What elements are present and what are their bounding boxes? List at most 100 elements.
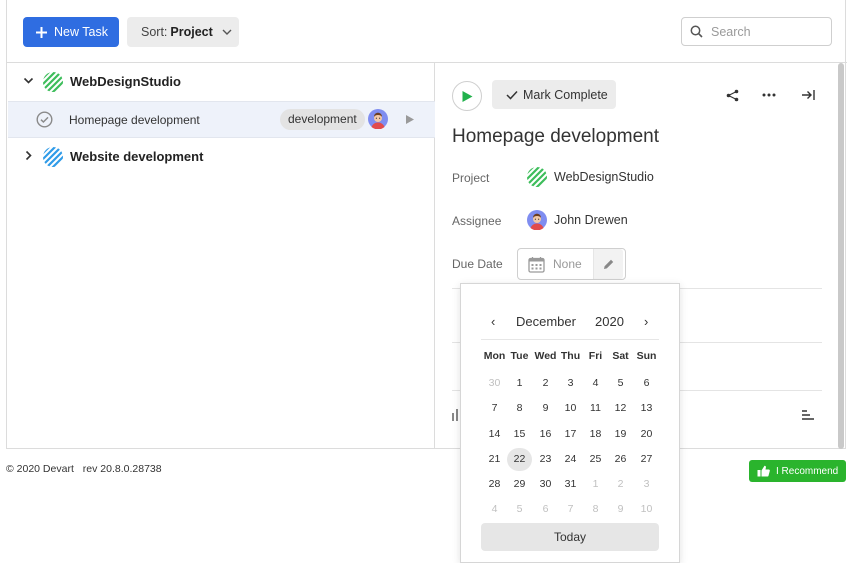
pencil-icon[interactable] — [593, 249, 623, 279]
calendar-day[interactable]: 6 — [533, 498, 558, 521]
calendar-day[interactable]: 1 — [583, 473, 608, 496]
calendar-day[interactable]: 1 — [507, 372, 532, 395]
search-icon — [690, 25, 703, 38]
calendar-day[interactable]: 12 — [608, 397, 633, 420]
weekday-label: Fri — [588, 350, 603, 362]
calendar-day[interactable]: 9 — [608, 498, 633, 521]
task-name: Homepage development — [69, 113, 200, 127]
calendar-day[interactable]: 3 — [634, 473, 659, 496]
calendar-day[interactable]: 8 — [583, 498, 608, 521]
copyright-text: © 2020 Devart — [6, 463, 74, 475]
next-month-button[interactable]: › — [644, 314, 648, 329]
calendar-day[interactable]: 7 — [482, 397, 507, 420]
play-icon[interactable] — [405, 114, 415, 125]
calendar-day[interactable]: 23 — [533, 448, 558, 471]
check-circle-icon[interactable] — [36, 111, 53, 128]
sort-lines-icon[interactable] — [802, 410, 814, 420]
project-value[interactable]: WebDesignStudio — [527, 167, 654, 187]
project-name: WebDesignStudio — [70, 74, 181, 89]
recommend-button[interactable]: I Recommend — [749, 460, 846, 482]
chevron-down-icon[interactable] — [23, 75, 34, 86]
calendar-day[interactable]: 5 — [507, 498, 532, 521]
calendar-day[interactable]: 26 — [608, 448, 633, 471]
due-date-label: Due Date — [452, 257, 503, 271]
calendar-day[interactable]: 21 — [482, 448, 507, 471]
calendar-day[interactable]: 15 — [507, 423, 532, 446]
weekday-label: Mon — [483, 350, 506, 362]
project-icon — [43, 72, 63, 92]
task-row-selected[interactable]: Homepage development development — [8, 101, 435, 138]
calendar-day[interactable]: 30 — [482, 372, 507, 395]
project-row-website-development[interactable]: Website development — [7, 138, 435, 176]
due-date-value: None — [553, 257, 582, 271]
calendar-day[interactable]: 2 — [533, 372, 558, 395]
weekday-label: Sun — [636, 350, 657, 362]
calendar-day[interactable]: 7 — [558, 498, 583, 521]
assignee-name: John Drewen — [554, 213, 628, 227]
calendar-day[interactable]: 16 — [533, 423, 558, 446]
calendar-day[interactable]: 6 — [634, 372, 659, 395]
start-timer-button[interactable] — [452, 81, 482, 111]
calendar-day[interactable]: 11 — [583, 397, 608, 420]
avatar — [368, 109, 388, 129]
calendar-day[interactable]: 10 — [558, 397, 583, 420]
calendar-day[interactable]: 18 — [583, 423, 608, 446]
toolbar: New Task Sort: Project — [7, 0, 847, 63]
weekday-label: Thu — [560, 350, 581, 362]
project-label: Project — [452, 171, 490, 185]
footer: © 2020 Devart rev 20.8.0.28738 — [6, 463, 162, 475]
recommend-label: I Recommend — [776, 465, 839, 477]
calendar-day[interactable]: 25 — [583, 448, 608, 471]
search-input[interactable] — [711, 24, 821, 39]
weekday-label: Sat — [612, 350, 629, 362]
calendar-day[interactable]: 30 — [533, 473, 558, 496]
project-row-webdesignstudio[interactable]: WebDesignStudio — [7, 63, 435, 101]
calendar-day[interactable]: 20 — [634, 423, 659, 446]
task-title: Homepage development — [452, 126, 660, 147]
calendar-day[interactable]: 9 — [533, 397, 558, 420]
calendar-day[interactable]: 8 — [507, 397, 532, 420]
calendar-year[interactable]: 2020 — [595, 314, 624, 329]
more-icon[interactable] — [762, 93, 776, 97]
sort-prefix: Sort: — [141, 25, 168, 39]
calendar-day[interactable]: 14 — [482, 423, 507, 446]
chevron-down-icon — [222, 29, 232, 35]
sort-button[interactable]: Sort: Project — [127, 17, 239, 47]
sort-value: Project — [170, 25, 213, 39]
calendar-day[interactable]: 5 — [608, 372, 633, 395]
search-box[interactable] — [681, 17, 832, 46]
calendar-day[interactable]: 27 — [634, 448, 659, 471]
project-icon — [527, 167, 547, 187]
calendar-day[interactable]: 31 — [558, 473, 583, 496]
new-task-label: New Task — [54, 25, 108, 39]
calendar-month[interactable]: December — [516, 314, 576, 329]
calendar-day[interactable]: 10 — [634, 498, 659, 521]
share-icon[interactable] — [726, 89, 739, 102]
close-panel-icon[interactable] — [801, 89, 815, 101]
scrollbar[interactable] — [838, 63, 844, 449]
chevron-right-icon[interactable] — [23, 150, 34, 161]
calendar-day[interactable]: 28 — [482, 473, 507, 496]
play-icon — [461, 90, 473, 103]
due-date-field[interactable]: None — [517, 248, 626, 280]
new-task-button[interactable]: New Task — [23, 17, 119, 47]
avatar — [527, 210, 547, 230]
calendar-day[interactable]: 4 — [482, 498, 507, 521]
calendar-day[interactable]: 29 — [507, 473, 532, 496]
today-button[interactable]: Today — [481, 523, 659, 551]
calendar-day[interactable]: 22 — [507, 448, 532, 471]
mark-complete-button[interactable]: Mark Complete — [492, 80, 616, 109]
calendar-day[interactable]: 13 — [634, 397, 659, 420]
task-tag: development — [280, 109, 365, 130]
calendar-day[interactable]: 4 — [583, 372, 608, 395]
plus-icon — [35, 26, 48, 39]
prev-month-button[interactable]: ‹ — [491, 314, 495, 329]
checkmark-icon — [506, 90, 518, 100]
calendar-day[interactable]: 3 — [558, 372, 583, 395]
assignee-value[interactable]: John Drewen — [527, 210, 628, 230]
calendar-day[interactable]: 24 — [558, 448, 583, 471]
calendar-day[interactable]: 19 — [608, 423, 633, 446]
calendar-day[interactable]: 2 — [608, 473, 633, 496]
task-list-panel: WebDesignStudio Homepage development dev… — [7, 63, 435, 449]
calendar-day[interactable]: 17 — [558, 423, 583, 446]
